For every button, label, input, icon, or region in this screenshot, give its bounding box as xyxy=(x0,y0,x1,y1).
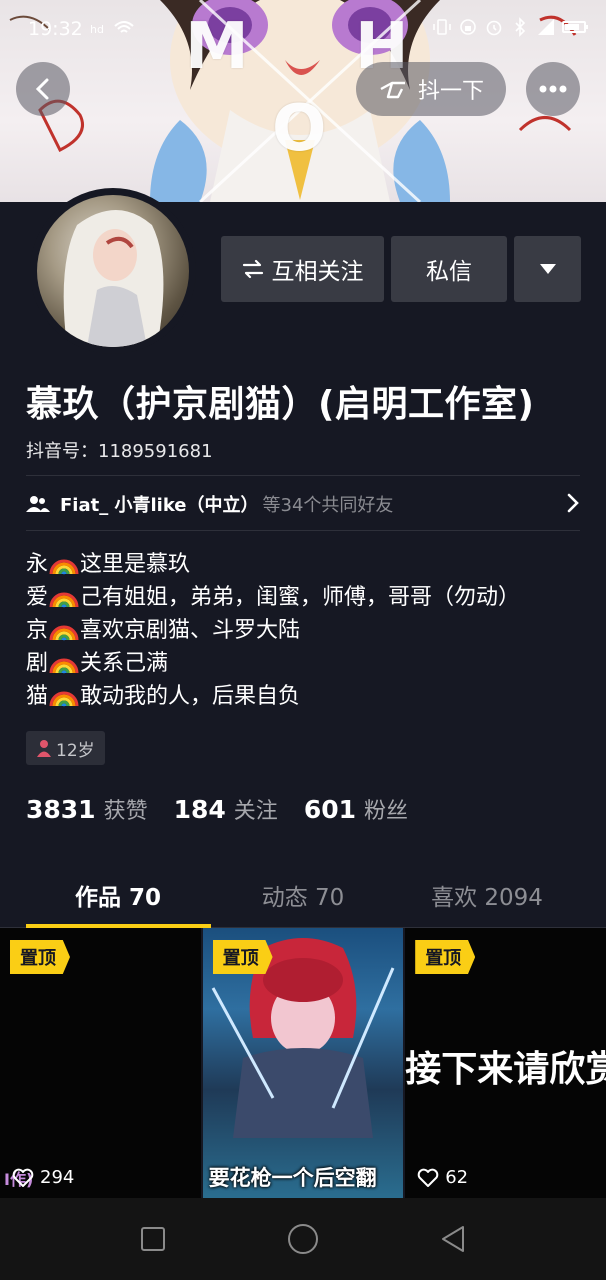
alarm-icon xyxy=(486,20,502,36)
fans-count[interactable]: 601 xyxy=(304,795,356,824)
rainbow-icon xyxy=(49,658,79,674)
divider-bottom xyxy=(26,530,580,531)
following-label[interactable]: 关注 xyxy=(234,793,278,825)
avatar-image xyxy=(63,210,164,347)
rainbow-icon xyxy=(49,559,79,575)
likes-label: 获赞 xyxy=(103,799,148,824)
video-likes-count: 294 xyxy=(40,1167,75,1188)
bio-prefix: 剧 xyxy=(26,651,49,676)
hand-poke-icon xyxy=(380,81,405,99)
video-overlay-text: 接下来请欣赏 xyxy=(405,1049,606,1090)
bio-prefix: 永 xyxy=(26,552,49,577)
dropdown-button[interactable] xyxy=(514,236,581,302)
tab-activity[interactable]: 动态 70 xyxy=(202,878,404,912)
following-count[interactable]: 184 xyxy=(174,795,226,824)
bio-text: 喜欢京剧猫、斗罗大陆 xyxy=(80,618,301,643)
likes-count: 3831 xyxy=(26,795,96,824)
battery-icon xyxy=(562,21,588,33)
back-button[interactable] xyxy=(16,62,70,116)
tab-likes[interactable]: 喜欢 2094 xyxy=(386,878,588,912)
video-grid: 置顶 I作) 294 置顶 要花枪一个后空翻 置顶 接下来请欣赏 62 xyxy=(0,928,606,1198)
profile-name: 慕玖（护京剧猫）(启明工作室) xyxy=(26,384,535,425)
bio-prefix: 爱 xyxy=(26,585,49,610)
bio-text: 这里是慕玖 xyxy=(80,552,191,577)
mutual-follow-button[interactable]: 互相关注 xyxy=(221,236,384,302)
rainbow-icon xyxy=(49,691,79,707)
lock-rotation-icon xyxy=(460,19,476,35)
content-tabs: 作品 70 动态 70 喜欢 2094 xyxy=(0,866,606,928)
avatar xyxy=(37,195,189,347)
bio: 永 这里是慕玖 爱 己有姐姐，弟弟，闺蜜，师傅，哥哥（勿动） 京 喜欢京剧猫、斗… xyxy=(26,548,520,713)
video-thumbnail[interactable]: 置顶 要花枪一个后空翻 xyxy=(202,928,404,1198)
rainbow-icon xyxy=(49,592,79,608)
signal-icon xyxy=(538,19,554,35)
divider-top xyxy=(26,475,580,476)
bio-line: 剧 关系己满 xyxy=(26,647,520,680)
status-time: 19:32 xyxy=(28,18,83,40)
bio-line: 永 这里是慕玖 xyxy=(26,548,520,581)
bio-prefix: 京 xyxy=(26,618,49,643)
bluetooth-icon xyxy=(515,17,526,37)
watermark-letter-o: O xyxy=(272,92,327,166)
home-circle-icon[interactable] xyxy=(286,1222,320,1256)
heart-icon xyxy=(417,1168,439,1187)
mutual-friends-count: 等34个共同好友 xyxy=(262,495,394,516)
bio-line: 京 喜欢京剧猫、斗罗大陆 xyxy=(26,614,520,647)
avatar-frame[interactable] xyxy=(30,188,196,354)
more-button[interactable] xyxy=(526,62,580,116)
douyin-id: 抖音号：1189591681 xyxy=(26,441,213,462)
message-button[interactable]: 私信 xyxy=(391,236,507,302)
rainbow-icon xyxy=(49,625,79,641)
system-nav-bar xyxy=(0,1198,606,1280)
caret-down-icon xyxy=(539,264,556,274)
pinned-badge: 置顶 xyxy=(10,940,70,974)
more-dots-icon xyxy=(539,85,567,93)
status-right-icons xyxy=(432,17,588,37)
chevron-right-icon xyxy=(567,493,579,513)
people-icon xyxy=(26,496,50,512)
mutual-friends-names: Fiat_ 小青like（中立） xyxy=(60,495,259,516)
video-likes: 294 xyxy=(12,1167,74,1188)
bio-line: 爱 己有姐姐，弟弟，闺蜜，师傅，哥哥（勿动） xyxy=(26,581,520,614)
mutual-friends-row[interactable]: Fiat_ 小青like（中立） 等34个共同好友 xyxy=(26,486,580,522)
age-label: 12岁 xyxy=(56,740,95,761)
video-caption: 要花枪一个后空翻 xyxy=(208,1166,377,1190)
swap-arrows-icon xyxy=(242,259,263,279)
recents-square-icon[interactable] xyxy=(139,1225,167,1253)
age-tag: 12岁 xyxy=(26,731,105,765)
bio-text: 敢动我的人，后果自负 xyxy=(80,684,301,709)
bio-text: 己有姐姐，弟弟，闺蜜，师傅，哥哥（勿动） xyxy=(80,585,521,610)
message-label: 私信 xyxy=(426,259,472,285)
fans-label[interactable]: 粉丝 xyxy=(364,793,408,825)
heart-icon xyxy=(12,1168,34,1187)
status-left-icons: hd xyxy=(90,18,135,38)
back-triangle-icon[interactable] xyxy=(439,1224,467,1254)
pinned-badge: 置顶 xyxy=(212,940,273,974)
video-likes-count: 62 xyxy=(445,1167,469,1188)
wifi-icon xyxy=(114,21,135,33)
bio-line: 猫 敢动我的人，后果自负 xyxy=(26,680,520,713)
person-icon xyxy=(37,740,51,757)
shake-button[interactable]: 抖一下 xyxy=(356,62,506,116)
video-thumbnail[interactable]: 置顶 I作) 294 xyxy=(0,928,201,1198)
chevron-left-icon xyxy=(35,78,49,100)
status-hd-text: hd xyxy=(90,23,104,36)
mutual-follow-label: 互相关注 xyxy=(271,259,364,285)
tab-works[interactable]: 作品 70 xyxy=(17,878,219,912)
video-thumbnail[interactable]: 置顶 接下来请欣赏 62 xyxy=(405,928,606,1198)
bio-text: 关系己满 xyxy=(80,651,169,676)
status-bar: 19:32 hd xyxy=(0,0,606,62)
video-likes: 62 xyxy=(417,1167,468,1188)
stats-row: 3831 获赞 184 关注 601 粉丝 xyxy=(26,793,434,825)
bio-prefix: 猫 xyxy=(26,684,49,709)
pinned-badge: 置顶 xyxy=(415,940,476,974)
vibrate-icon xyxy=(433,19,451,35)
shake-label: 抖一下 xyxy=(417,79,484,104)
